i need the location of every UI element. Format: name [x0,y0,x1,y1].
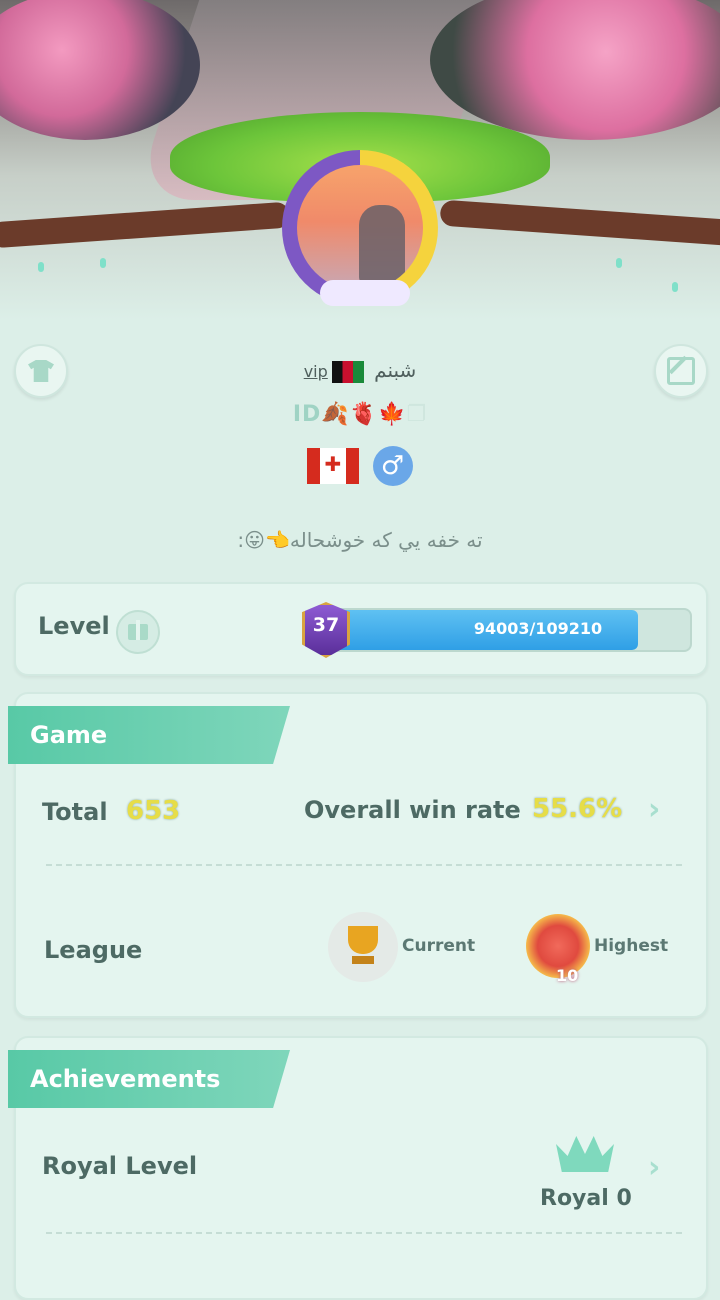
canada-flag-icon [307,448,360,484]
total-label: Total [42,798,108,826]
copy-icon[interactable]: ❐ [406,402,427,427]
highest-league-label: Highest [594,936,669,956]
level-label: Level [38,612,110,640]
level-progress-text: 94003/109210 [473,619,603,638]
chevron-right-icon[interactable]: › [648,792,660,827]
avatar-cloud [320,280,410,306]
gift-icon[interactable] [116,610,160,654]
level-card: Level 94003/109210 37 [14,582,708,676]
level-progress-bar: 94003/109210 [316,608,692,652]
crystal-drop [616,258,622,268]
badges-row: ♂ [0,446,720,486]
branch-left [0,201,291,249]
crystal-drop [672,282,678,292]
male-gender-icon: ♂ [372,446,413,486]
win-rate-value[interactable]: 55.6% [532,794,622,824]
crystal-drop [100,258,106,268]
highest-league-number: 10 [556,966,579,985]
royal-level-value[interactable]: Royal 0 [540,1186,632,1211]
id-label: ID [292,402,322,427]
flower-bush-right [430,0,720,140]
game-section-title: Game [8,706,290,764]
trophy-icon [348,926,378,954]
branch-right [439,199,720,247]
trophy-base [352,956,374,964]
profile-header-scene [0,0,720,320]
afghanistan-flag-icon [331,360,364,383]
user-id-line[interactable]: ID🍂🫀🍁❐ [0,402,720,427]
chevron-right-icon[interactable]: › [648,1150,660,1185]
current-league-badge[interactable] [328,912,398,982]
win-rate-label[interactable]: Overall win rate [304,796,521,824]
level-badge-number: 37 [312,614,340,636]
divider [46,1232,682,1234]
game-card: Game Total 653 Overall win rate 55.6% › … [8,692,708,1018]
league-label: League [44,936,143,964]
username-text: شبنم [374,358,417,382]
crystal-drop [38,262,44,272]
achievements-section-title: Achievements [8,1050,290,1108]
avatar[interactable] [297,165,423,291]
avatar-figure [359,205,405,285]
total-value: 653 [126,796,181,826]
current-league-label: Current [402,936,476,956]
username: vip شبنم [0,358,720,383]
divider [46,864,682,866]
royal-level-label: Royal Level [42,1152,198,1180]
id-emojis: 🍂🫀🍁 [321,402,407,427]
user-bio: ته خفه يي كه خوشحاله👈😛: [237,528,483,552]
vip-label: vip [303,362,328,381]
